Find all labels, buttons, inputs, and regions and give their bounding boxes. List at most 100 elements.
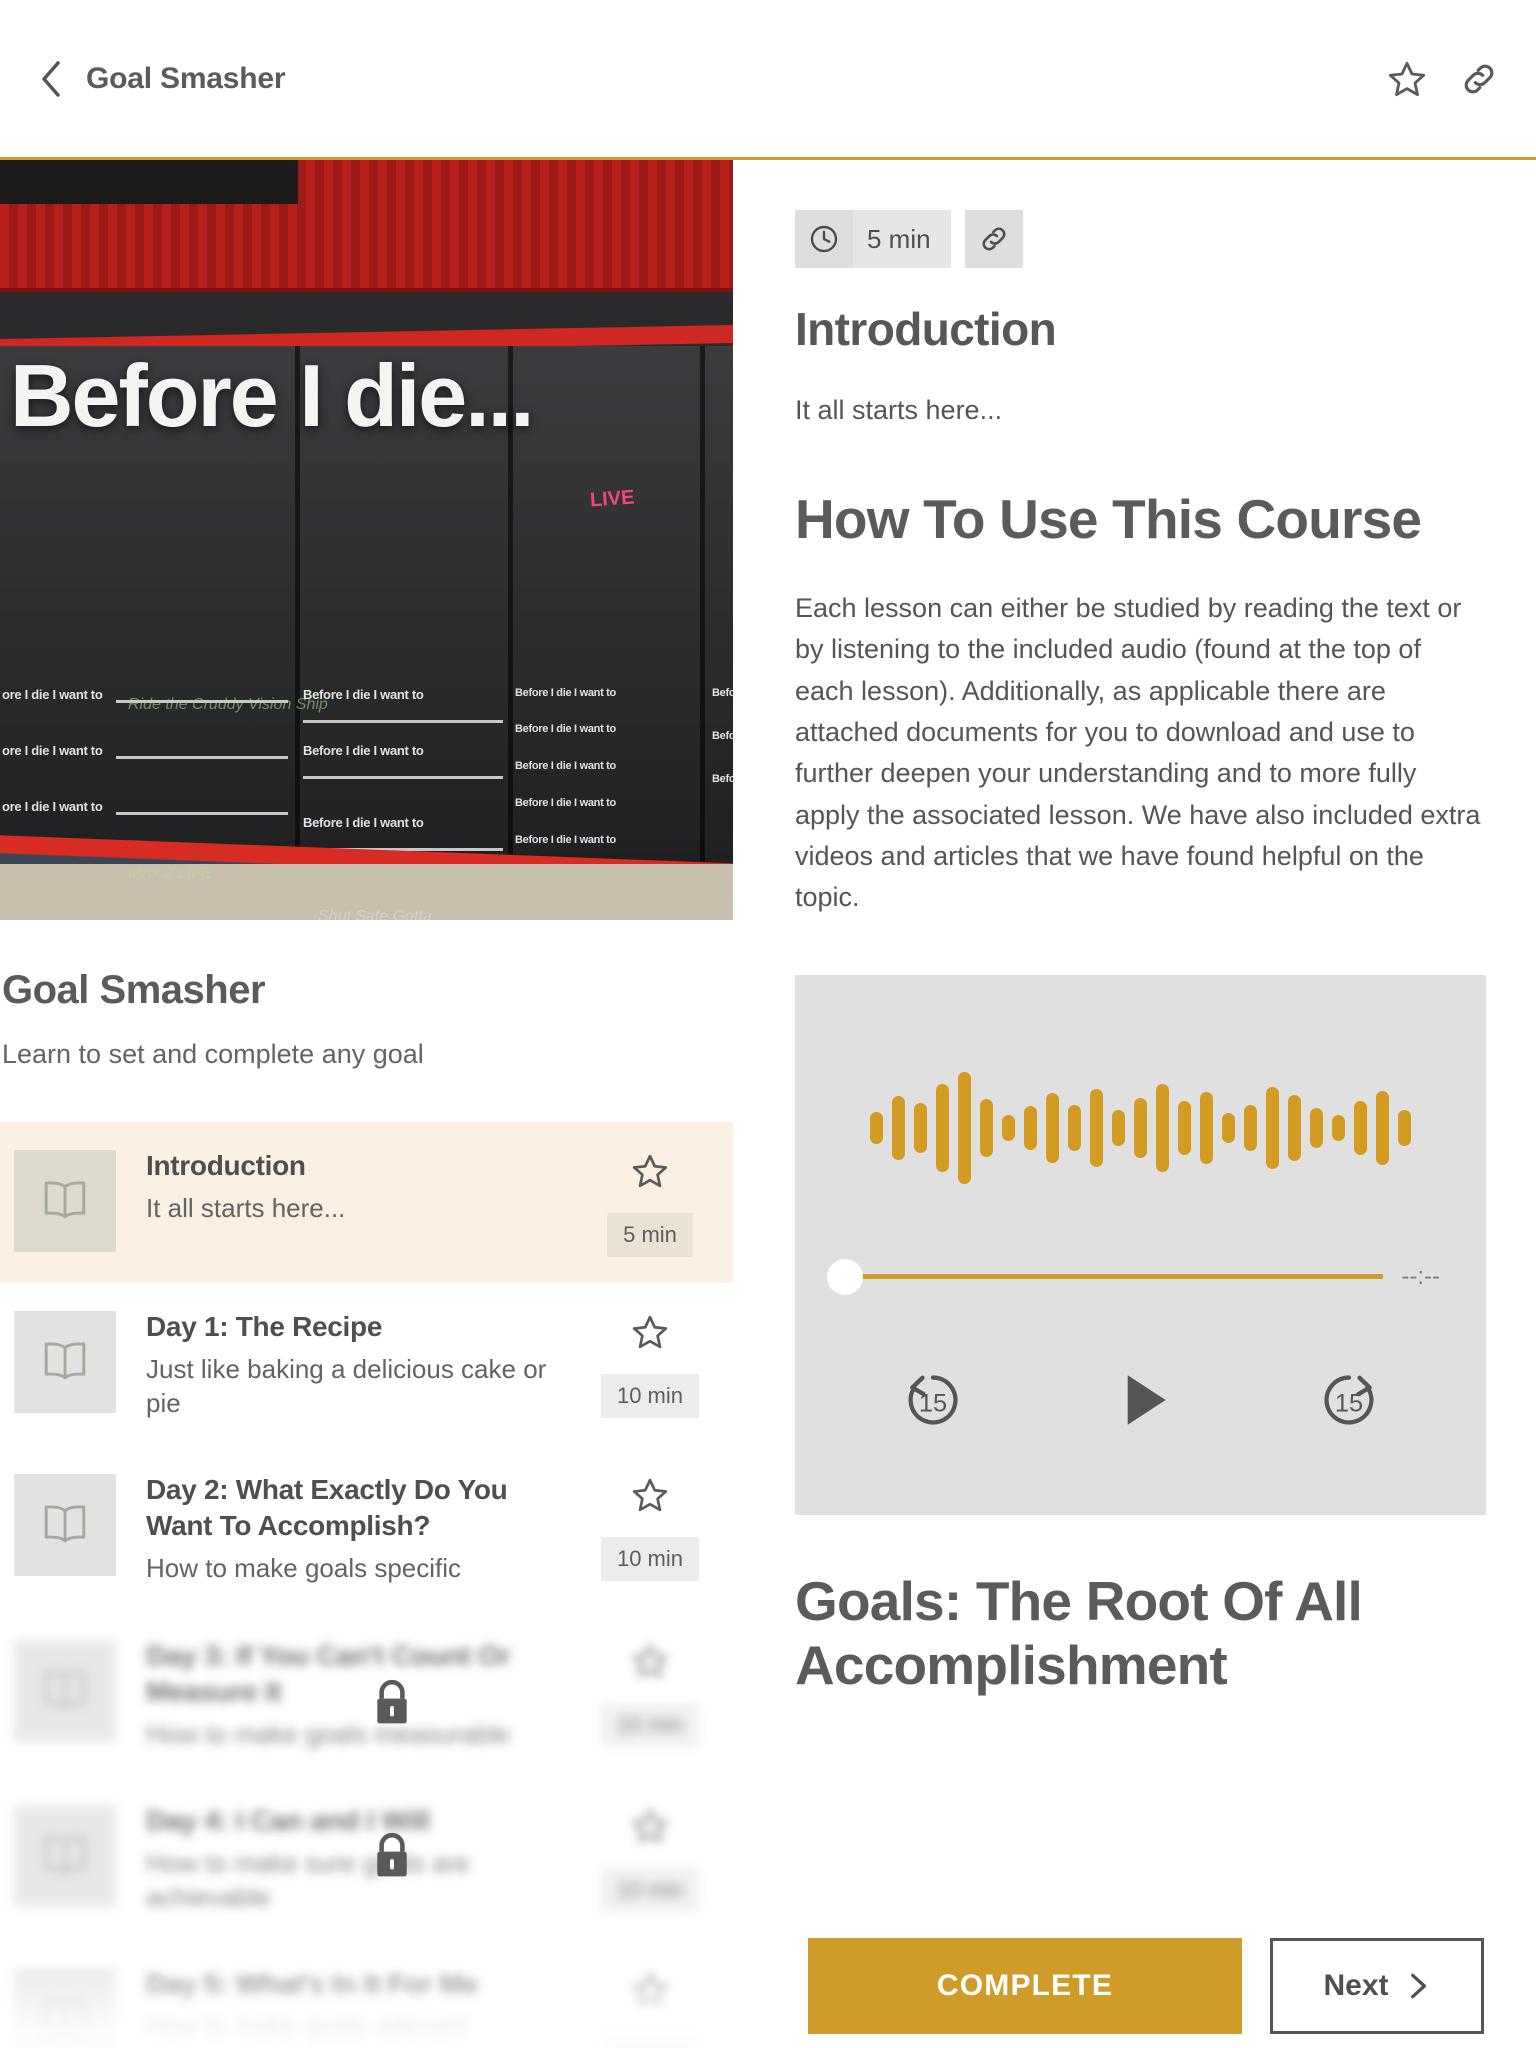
chevron-right-icon <box>1410 1973 1426 1999</box>
hero-prompt: Before I die I want to <box>515 797 616 809</box>
lesson-thumbnail <box>14 1805 116 1908</box>
waveform-bar <box>1112 1109 1125 1146</box>
rewind-15-button[interactable]: 15 <box>890 1357 976 1443</box>
waveform-bar <box>1068 1104 1081 1151</box>
course-subtitle: Learn to set and complete any goal <box>2 1039 424 1069</box>
locked-list-item-wrapper[interactable]: Day 4: I Can and I Will How to make sure… <box>0 1777 733 1940</box>
lesson-favorite-button[interactable] <box>631 1313 669 1356</box>
hero-prompt: Before I die I want to <box>515 723 616 735</box>
next-button[interactable]: Next <box>1270 1938 1484 2034</box>
lesson-text: Day 2: What Exactly Do You Want To Accom… <box>116 1472 591 1585</box>
lesson-favorite-button <box>631 1971 669 2014</box>
waveform-bar <box>980 1098 993 1157</box>
hero-prompt: ore I die I want to <box>2 687 103 702</box>
lesson-meta: 5 min <box>591 1148 709 1257</box>
hero-prompt: Before I die I want to <box>712 687 733 699</box>
lesson-detail-panel: 5 min Introduction It all starts here...… <box>733 160 1536 2048</box>
lesson-thumbnail <box>14 1968 116 2048</box>
main-content: Before I die... ore I die I want to ore … <box>0 160 1536 2048</box>
play-button[interactable] <box>1098 1357 1184 1443</box>
lesson-thumbnail <box>14 1311 116 1413</box>
hero-prompt: Before I die I want to <box>712 730 733 742</box>
hero-prompt: Before I die I want to <box>303 743 424 758</box>
hero-blank-line <box>303 720 503 723</box>
rewind-seconds-label: 15 <box>918 1389 946 1417</box>
course-sidebar: Before I die... ore I die I want to ore … <box>0 160 733 2048</box>
hero-headline: Before I die... <box>10 346 535 445</box>
audio-seek-row: --:-- <box>795 1258 1486 1295</box>
waveform-bar <box>1266 1086 1279 1169</box>
waveform-bar <box>1310 1107 1323 1148</box>
lesson-list: Introduction It all starts here... 5 min <box>0 1122 733 2048</box>
book-icon <box>44 1836 86 1874</box>
waveform-bar <box>1354 1100 1367 1155</box>
waveform-bar <box>1244 1104 1257 1151</box>
star-outline-icon <box>632 1315 668 1349</box>
audio-seek-handle[interactable] <box>827 1258 863 1295</box>
waveform-bar <box>1156 1083 1169 1172</box>
locked-list-item-wrapper[interactable]: Day 5: What's In It For Me How to make g… <box>0 1941 733 2048</box>
lesson-description: How to make goals specific <box>146 1553 462 1584</box>
waveform-bar <box>914 1102 927 1153</box>
favorite-button[interactable] <box>1386 58 1428 100</box>
lesson-duration-badge: 5 min <box>607 1213 693 1257</box>
hero-prompt: Before I die I want to <box>712 773 733 785</box>
app-header: Goal Smasher <box>0 0 1536 160</box>
back-button[interactable] <box>34 57 68 101</box>
lesson-description: How to make goals measurable <box>146 1718 511 1749</box>
lesson-thumbnail <box>14 1474 116 1577</box>
list-item[interactable]: Introduction It all starts here... 5 min <box>0 1122 733 1283</box>
locked-list-item-wrapper[interactable]: Day 3: If You Can't Count Or Measure It … <box>0 1612 733 1777</box>
waveform-bar <box>870 1111 883 1144</box>
course-title: Goal Smasher <box>2 968 266 1012</box>
waveform-bar <box>1398 1109 1411 1146</box>
lesson-title: Day 2: What Exactly Do You Want To Accom… <box>146 1474 508 1542</box>
list-item[interactable]: Day 2: What Exactly Do You Want To Accom… <box>0 1446 733 1611</box>
hero-prompt: Before I die I want to <box>515 687 616 699</box>
lock-icon <box>377 1833 407 1877</box>
lesson-duration-text: 5 min <box>867 223 931 254</box>
lesson-duration-badge: 10 min <box>600 1374 700 1418</box>
lesson-favorite-button <box>631 1642 669 1685</box>
hero-scribble: MAx 2 LIFE <box>128 865 212 882</box>
waveform-bar <box>1200 1091 1213 1164</box>
lesson-text: Introduction It all starts here... <box>116 1148 591 1226</box>
play-icon <box>1127 1374 1166 1425</box>
star-outline-icon <box>632 1810 668 1843</box>
lesson-thumbnail <box>14 1639 116 1742</box>
hero-blank-line <box>303 776 503 779</box>
rewind-15-icon: 15 <box>908 1374 958 1425</box>
lesson-title: Day 5: What's In It For Me <box>146 1968 478 2000</box>
lesson-description: How to make goals relevant <box>146 2011 467 2042</box>
lesson-link-button[interactable] <box>964 210 1023 268</box>
lesson-duration-chip: 5 min <box>795 210 951 268</box>
hero-container-top <box>0 160 733 292</box>
page-title: Goal Smasher <box>86 61 286 95</box>
lesson-meta: 10 min <box>591 1967 709 2048</box>
list-item[interactable]: Day 1: The Recipe Just like baking a del… <box>0 1283 733 1446</box>
book-icon <box>44 1342 86 1380</box>
share-link-button[interactable] <box>1458 58 1500 100</box>
lesson-description: It all starts here... <box>146 1192 346 1223</box>
hero-prompt: Before I die I want to <box>515 760 616 772</box>
waveform-bar <box>1002 1114 1015 1141</box>
star-outline-icon <box>632 1644 668 1678</box>
star-outline-icon <box>632 1973 668 2006</box>
waveform-bar <box>936 1083 949 1172</box>
hero-prompt: Before I die I want to <box>515 834 616 846</box>
forward-15-button[interactable]: 15 <box>1306 1357 1392 1443</box>
lesson-description: Just like baking a delicious cake or pie <box>146 1353 547 1418</box>
lesson-meta: 10 min <box>591 1638 709 1747</box>
clock-icon-wrap <box>795 210 853 268</box>
chevron-left-icon <box>42 60 60 97</box>
lesson-favorite-button[interactable] <box>631 1152 669 1195</box>
section-heading-how-to-use: How To Use This Course <box>795 488 1422 551</box>
lesson-favorite-button[interactable] <box>631 1476 669 1519</box>
next-button-label: Next <box>1323 1969 1389 2002</box>
audio-progress-track[interactable] <box>859 1274 1384 1280</box>
hero-prompt: Before I die I want to <box>303 815 424 830</box>
waveform-bar <box>1288 1094 1301 1161</box>
lesson-text: Day 1: The Recipe Just like baking a del… <box>116 1309 591 1420</box>
complete-button[interactable]: COMPLETE <box>808 1938 1242 2034</box>
book-icon <box>44 1505 86 1543</box>
